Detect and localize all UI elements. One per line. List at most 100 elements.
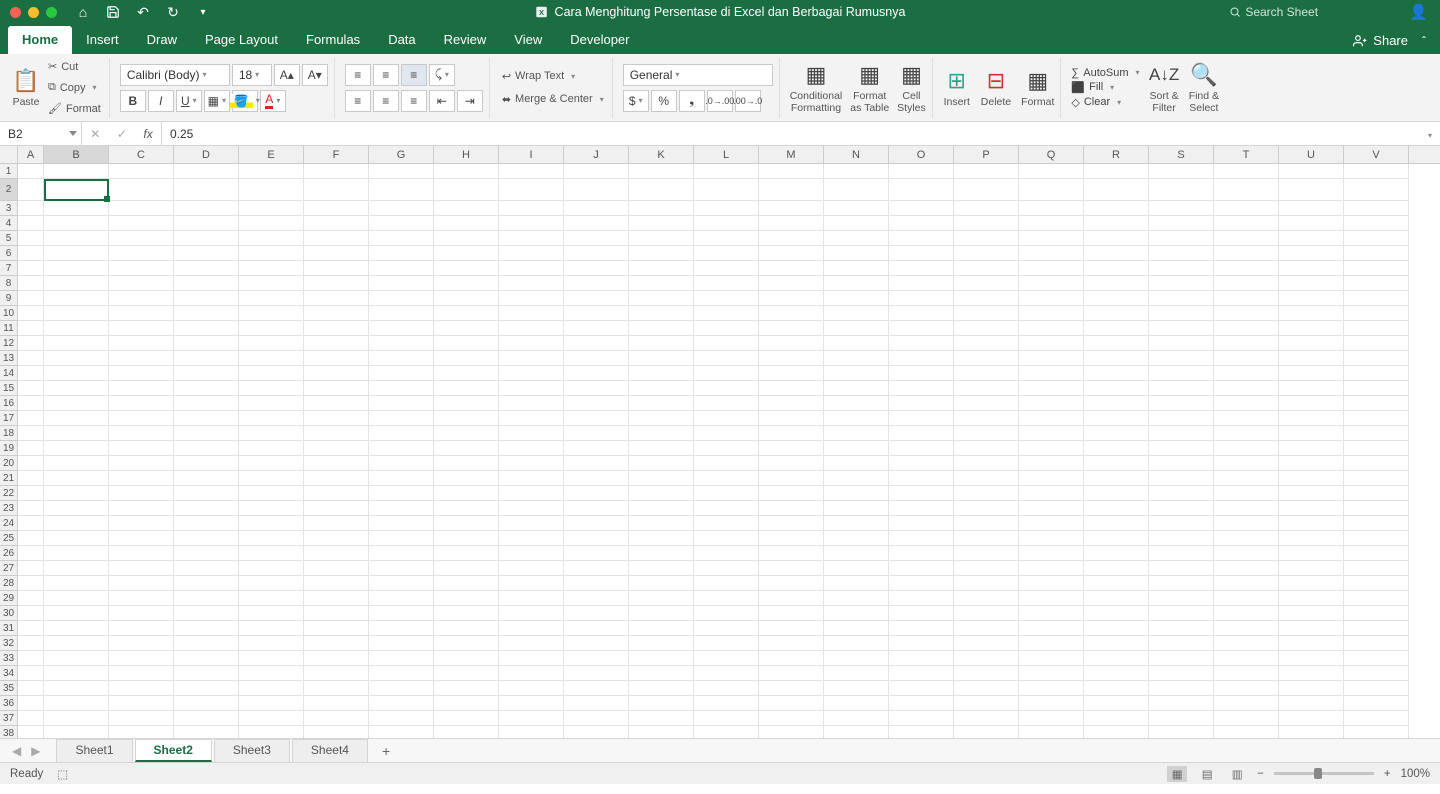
cell-N25[interactable] bbox=[824, 531, 889, 546]
cell-D24[interactable] bbox=[174, 516, 239, 531]
cell-H22[interactable] bbox=[434, 486, 499, 501]
cell-D16[interactable] bbox=[174, 396, 239, 411]
cell-B12[interactable] bbox=[44, 336, 109, 351]
zoom-level[interactable]: 100% bbox=[1401, 768, 1430, 780]
cell-H10[interactable] bbox=[434, 306, 499, 321]
cell-Q37[interactable] bbox=[1019, 711, 1084, 726]
cell-N7[interactable] bbox=[824, 261, 889, 276]
cell-E1[interactable] bbox=[239, 164, 304, 179]
currency-button[interactable]: $ bbox=[623, 90, 649, 112]
cell-E7[interactable] bbox=[239, 261, 304, 276]
cell-J6[interactable] bbox=[564, 246, 629, 261]
cell-B10[interactable] bbox=[44, 306, 109, 321]
row-header-9[interactable]: 9 bbox=[0, 291, 17, 306]
cell-M5[interactable] bbox=[759, 231, 824, 246]
row-header-3[interactable]: 3 bbox=[0, 201, 17, 216]
cell-B31[interactable] bbox=[44, 621, 109, 636]
cell-S24[interactable] bbox=[1149, 516, 1214, 531]
cell-G5[interactable] bbox=[369, 231, 434, 246]
cell-D14[interactable] bbox=[174, 366, 239, 381]
cell-N35[interactable] bbox=[824, 681, 889, 696]
cell-V5[interactable] bbox=[1344, 231, 1409, 246]
cell-S26[interactable] bbox=[1149, 546, 1214, 561]
cell-O13[interactable] bbox=[889, 351, 954, 366]
row-header-25[interactable]: 25 bbox=[0, 531, 17, 546]
cell-L8[interactable] bbox=[694, 276, 759, 291]
cell-F32[interactable] bbox=[304, 636, 369, 651]
cell-E26[interactable] bbox=[239, 546, 304, 561]
cell-P16[interactable] bbox=[954, 396, 1019, 411]
cell-O28[interactable] bbox=[889, 576, 954, 591]
row-header-28[interactable]: 28 bbox=[0, 576, 17, 591]
sheet-tab-sheet3[interactable]: Sheet3 bbox=[214, 739, 290, 762]
cell-D36[interactable] bbox=[174, 696, 239, 711]
cell-A8[interactable] bbox=[18, 276, 44, 291]
cell-B6[interactable] bbox=[44, 246, 109, 261]
cell-Q26[interactable] bbox=[1019, 546, 1084, 561]
cell-K35[interactable] bbox=[629, 681, 694, 696]
cell-E20[interactable] bbox=[239, 456, 304, 471]
cell-D34[interactable] bbox=[174, 666, 239, 681]
cell-O20[interactable] bbox=[889, 456, 954, 471]
row-header-11[interactable]: 11 bbox=[0, 321, 17, 336]
cell-D30[interactable] bbox=[174, 606, 239, 621]
cell-V24[interactable] bbox=[1344, 516, 1409, 531]
sheet-tab-sheet2[interactable]: Sheet2 bbox=[135, 739, 212, 762]
cell-N21[interactable] bbox=[824, 471, 889, 486]
cell-F23[interactable] bbox=[304, 501, 369, 516]
cell-V33[interactable] bbox=[1344, 651, 1409, 666]
cell-D18[interactable] bbox=[174, 426, 239, 441]
select-all-corner[interactable] bbox=[0, 146, 18, 164]
cell-P8[interactable] bbox=[954, 276, 1019, 291]
cell-T28[interactable] bbox=[1214, 576, 1279, 591]
cell-U7[interactable] bbox=[1279, 261, 1344, 276]
cell-D20[interactable] bbox=[174, 456, 239, 471]
cell-J33[interactable] bbox=[564, 651, 629, 666]
tab-page-layout[interactable]: Page Layout bbox=[191, 26, 292, 54]
cell-S35[interactable] bbox=[1149, 681, 1214, 696]
cell-S15[interactable] bbox=[1149, 381, 1214, 396]
cell-R33[interactable] bbox=[1084, 651, 1149, 666]
cell-A24[interactable] bbox=[18, 516, 44, 531]
cell-A29[interactable] bbox=[18, 591, 44, 606]
cell-E24[interactable] bbox=[239, 516, 304, 531]
cell-V35[interactable] bbox=[1344, 681, 1409, 696]
cell-B4[interactable] bbox=[44, 216, 109, 231]
cell-T1[interactable] bbox=[1214, 164, 1279, 179]
cell-L24[interactable] bbox=[694, 516, 759, 531]
cell-R11[interactable] bbox=[1084, 321, 1149, 336]
cell-U3[interactable] bbox=[1279, 201, 1344, 216]
cell-M21[interactable] bbox=[759, 471, 824, 486]
cell-M2[interactable] bbox=[759, 179, 824, 201]
row-header-8[interactable]: 8 bbox=[0, 276, 17, 291]
cell-E27[interactable] bbox=[239, 561, 304, 576]
cell-P25[interactable] bbox=[954, 531, 1019, 546]
cell-R7[interactable] bbox=[1084, 261, 1149, 276]
zoom-slider[interactable] bbox=[1274, 772, 1374, 775]
cell-U15[interactable] bbox=[1279, 381, 1344, 396]
col-header-Q[interactable]: Q bbox=[1019, 146, 1084, 163]
cell-H25[interactable] bbox=[434, 531, 499, 546]
cell-S32[interactable] bbox=[1149, 636, 1214, 651]
cell-A15[interactable] bbox=[18, 381, 44, 396]
cell-N30[interactable] bbox=[824, 606, 889, 621]
cell-H12[interactable] bbox=[434, 336, 499, 351]
cell-N14[interactable] bbox=[824, 366, 889, 381]
cell-C27[interactable] bbox=[109, 561, 174, 576]
cell-J32[interactable] bbox=[564, 636, 629, 651]
qat-more-icon[interactable]: ▾ bbox=[195, 4, 211, 20]
col-header-S[interactable]: S bbox=[1149, 146, 1214, 163]
col-header-O[interactable]: O bbox=[889, 146, 954, 163]
cell-N18[interactable] bbox=[824, 426, 889, 441]
home-icon[interactable]: ⌂ bbox=[75, 4, 91, 20]
row-header-2[interactable]: 2 bbox=[0, 179, 17, 201]
cell-U21[interactable] bbox=[1279, 471, 1344, 486]
cell-C31[interactable] bbox=[109, 621, 174, 636]
cell-V17[interactable] bbox=[1344, 411, 1409, 426]
cell-B1[interactable] bbox=[44, 164, 109, 179]
cell-R38[interactable] bbox=[1084, 726, 1149, 738]
cell-T31[interactable] bbox=[1214, 621, 1279, 636]
cell-I16[interactable] bbox=[499, 396, 564, 411]
cell-I11[interactable] bbox=[499, 321, 564, 336]
cell-N32[interactable] bbox=[824, 636, 889, 651]
